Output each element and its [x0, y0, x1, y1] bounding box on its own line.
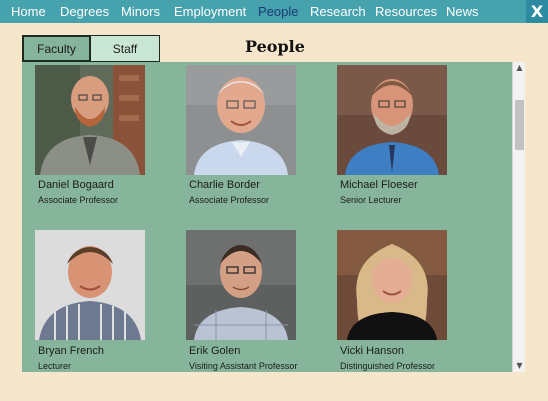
nav-people[interactable]: People	[258, 0, 298, 23]
tab-faculty[interactable]: Faculty	[22, 35, 91, 62]
person-name: Daniel Bogaard	[38, 179, 114, 191]
person-role: Visiting Assistant Professor	[189, 361, 298, 371]
person-photo	[186, 65, 296, 175]
nav-research[interactable]: Research	[310, 0, 366, 23]
tab-staff[interactable]: Staff	[90, 35, 160, 62]
person-role: Distinguished Professor	[340, 361, 436, 371]
person-photo	[35, 65, 145, 175]
person-role: Lecturer	[38, 361, 72, 371]
page-title: People	[245, 37, 305, 56]
person-role: Associate Professor	[38, 195, 119, 205]
person-name: Charlie Border	[189, 179, 260, 191]
tab-staff-label: Staff	[112, 41, 138, 56]
person-role: Senior Lecturer	[340, 195, 402, 205]
scroll-down-icon[interactable]: ▼	[513, 360, 526, 372]
nav-home[interactable]: Home	[11, 0, 46, 23]
nav-news[interactable]: News	[446, 0, 479, 23]
nav-minors[interactable]: Minors	[121, 0, 160, 23]
scroll-thumb[interactable]	[515, 100, 524, 150]
person-name: Erik Golen	[189, 345, 241, 357]
scrollbar[interactable]: ▲ ▼	[512, 62, 525, 372]
person-name: Vicki Hanson	[340, 345, 404, 357]
person-role: Associate Professor	[189, 195, 270, 205]
person-photo	[337, 230, 447, 340]
close-icon: X	[530, 2, 544, 21]
nav-employment[interactable]: Employment	[174, 0, 246, 23]
person-photo	[337, 65, 447, 175]
people-grid: Daniel Bogaard Associate Professor Charl…	[22, 62, 513, 372]
nav-resources[interactable]: Resources	[375, 0, 437, 23]
top-nav: Home Degrees Minors Employment People Re…	[0, 0, 548, 23]
person-name: Bryan French	[38, 345, 105, 357]
person-name: Michael Floeser	[340, 179, 418, 191]
nav-degrees[interactable]: Degrees	[60, 0, 109, 23]
person-photo	[186, 230, 296, 340]
scroll-up-icon[interactable]: ▲	[513, 62, 526, 74]
tab-faculty-label: Faculty	[37, 41, 76, 56]
close-button[interactable]: X	[526, 0, 548, 23]
person-photo	[35, 230, 145, 340]
